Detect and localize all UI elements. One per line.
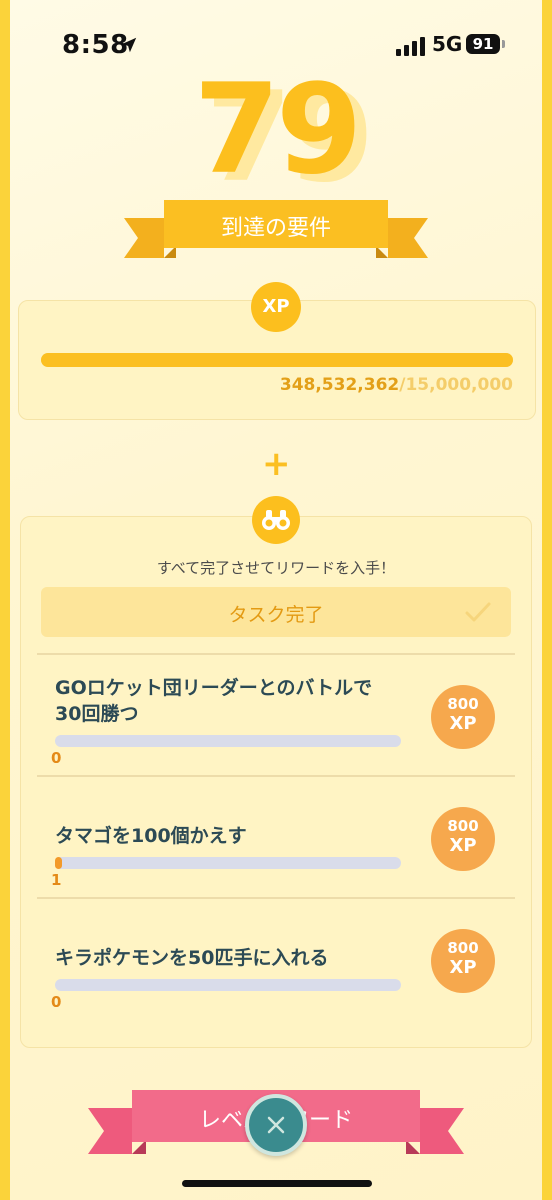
task-complete-label: タスク完了 <box>228 604 324 626</box>
task-progress-track <box>55 735 401 747</box>
reward-badge: 800 XP <box>431 807 495 871</box>
reward-unit: XP <box>449 957 477 978</box>
xp-progress-track <box>41 353 513 367</box>
binoculars-icon <box>252 496 300 544</box>
task-progress-track <box>55 857 401 869</box>
home-indicator <box>182 1180 372 1187</box>
task-title: キラポケモンを50匹手に入れる <box>55 947 329 969</box>
reward-badge: 800 XP <box>431 929 495 993</box>
requirements-title: 到達の要件 <box>220 216 331 241</box>
reward-amount: 800 <box>447 817 479 835</box>
task-count: 0 <box>51 749 62 767</box>
reward-amount: 800 <box>447 695 479 713</box>
reward-unit: XP <box>449 713 477 734</box>
xp-progress-fill <box>41 353 513 367</box>
xp-values: 348,532,362/15,000,000 <box>280 375 513 395</box>
task-requirement-card: すべて完了させてリワードを入手！ タスク完了 GOロケット団リーダーとのバトルで… <box>20 516 532 1048</box>
requirements-ribbon: 到達の要件 <box>124 196 428 262</box>
battery-cap <box>502 40 505 48</box>
binoculars-glyph <box>262 510 290 530</box>
check-icon <box>465 602 491 622</box>
xp-badge: XP <box>251 282 301 332</box>
reward-badge: 800 XP <box>431 685 495 749</box>
task-instruction: すべて完了させてリワードを入手！ <box>156 559 396 577</box>
task-row: GOロケット団リーダーとのバトルで30回勝つ 0 800 XP <box>21 653 531 775</box>
divider <box>37 653 515 655</box>
xp-goal: 15,000,000 <box>405 375 513 395</box>
plus-sign: + <box>262 444 291 484</box>
location-arrow-icon <box>121 37 137 53</box>
level-number: 79 <box>193 58 363 202</box>
battery-icon: 91 <box>466 34 500 54</box>
task-title: タマゴを100個かえす <box>55 825 247 847</box>
task-row: タマゴを100個かえす 1 800 XP <box>21 775 531 897</box>
task-title: GOロケット団リーダーとのバトルで30回勝つ <box>55 677 373 725</box>
signal-icon <box>396 37 425 56</box>
task-count: 0 <box>51 993 62 1011</box>
task-complete-button[interactable]: タスク完了 <box>41 587 511 637</box>
task-progress-track <box>55 979 401 991</box>
close-button[interactable] <box>245 1094 307 1156</box>
reward-unit: XP <box>449 835 477 856</box>
task-count: 1 <box>51 871 62 889</box>
task-row: キラポケモンを50匹手に入れる 0 800 XP <box>21 897 531 1019</box>
status-time: 8:58 <box>62 30 129 60</box>
network-type: 5G <box>432 32 463 56</box>
task-progress-fill <box>55 857 62 869</box>
close-icon <box>267 1116 285 1134</box>
xp-current: 348,532,362 <box>279 375 400 395</box>
divider <box>37 775 515 777</box>
divider <box>37 897 515 899</box>
reward-amount: 800 <box>447 939 479 957</box>
